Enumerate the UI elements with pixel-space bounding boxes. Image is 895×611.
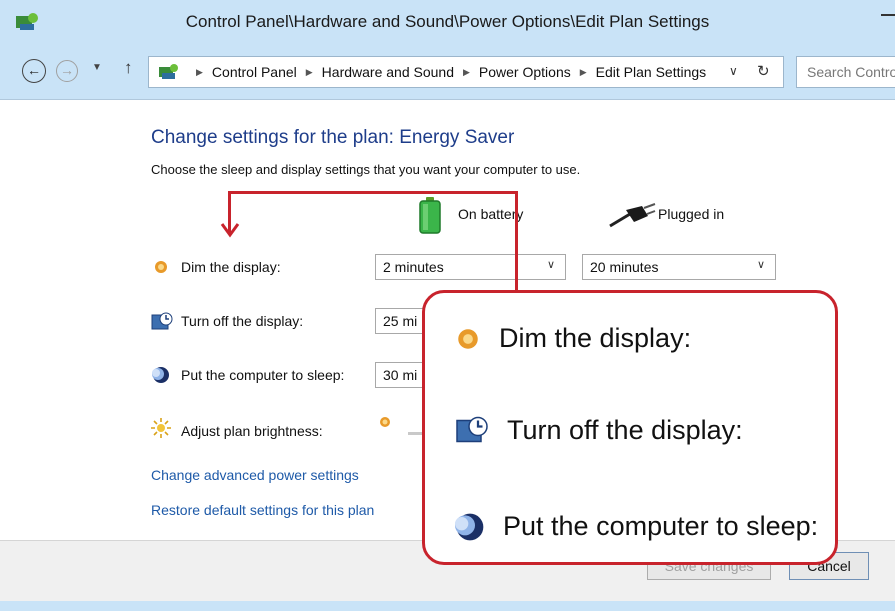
recent-locations-icon[interactable]: ▼: [92, 62, 102, 73]
restore-defaults-link[interactable]: Restore default settings for this plan: [151, 502, 374, 518]
minimize-button[interactable]: [881, 14, 895, 16]
annotation-arrow-horizontal: [228, 191, 518, 194]
page-subtitle: Choose the sleep and display settings th…: [151, 162, 581, 177]
annotation-arrowhead-icon: [220, 223, 240, 238]
forward-button[interactable]: →: [56, 60, 78, 82]
power-plug-icon: [609, 203, 656, 228]
chevron-down-icon: ∨: [756, 259, 765, 271]
dim-display-icon: [155, 261, 167, 273]
address-bar[interactable]: ▶ Control Panel ▶ Hardware and Sound ▶ P…: [148, 56, 784, 88]
chevron-down-icon: ∨: [546, 259, 555, 271]
dim-display-battery-value: 2 minutes: [383, 259, 444, 275]
zoom-turn-off-label: Turn off the display:: [507, 415, 743, 445]
back-button[interactable]: ←: [22, 59, 46, 83]
annotation-arrow-right-vertical: [515, 191, 518, 291]
search-input[interactable]: Search Control Panel: [796, 56, 895, 88]
dim-display-plugged-value: 20 minutes: [590, 259, 659, 275]
breadcrumb-edit-plan-settings[interactable]: Edit Plan Settings: [596, 64, 707, 80]
sleep-moon-icon: [152, 367, 169, 383]
brightness-low-icon: [380, 417, 390, 427]
sleep-moon-icon: [455, 513, 484, 540]
page-title: Change settings for the plan: Energy Sav…: [151, 127, 515, 148]
breadcrumb-chevron-icon: ▶: [462, 67, 470, 77]
refresh-icon[interactable]: ↻: [757, 62, 770, 80]
title-bar: Control Panel\Hardware and Sound\Power O…: [0, 0, 895, 44]
dim-display-label: Dim the display:: [181, 259, 281, 275]
breadcrumb: ▶ Control Panel ▶ Hardware and Sound ▶ P…: [187, 64, 706, 80]
zoom-row-turn-off: Turn off the display:: [455, 415, 743, 446]
battery-icon: [419, 197, 441, 234]
breadcrumb-control-panel[interactable]: Control Panel: [212, 64, 297, 80]
up-arrow-icon[interactable]: ↑: [124, 58, 133, 78]
address-dropdown-icon[interactable]: ∨: [729, 64, 738, 78]
brightness-sun-icon: [151, 418, 171, 438]
dim-display-icon: [458, 328, 478, 349]
zoom-dim-label: Dim the display:: [499, 323, 692, 353]
turn-off-display-battery-value: 25 mi: [383, 313, 418, 329]
turn-off-display-icon: [456, 416, 488, 442]
sleep-battery-value: 30 mi: [383, 367, 418, 383]
window-bottom-border: [0, 601, 895, 611]
dim-display-plugged-select[interactable]: 20 minutes ∨: [582, 254, 776, 280]
zoom-sleep-label: Put the computer to sleep:: [503, 511, 819, 541]
breadcrumb-chevron-icon: ▶: [196, 67, 203, 77]
turn-off-display-label: Turn off the display:: [181, 313, 304, 329]
breadcrumb-chevron-icon: ▶: [305, 67, 313, 77]
window-title: Control Panel\Hardware and Sound\Power O…: [185, 12, 710, 31]
zoom-row-dim: Dim the display:: [455, 323, 691, 354]
change-advanced-settings-link[interactable]: Change advanced power settings: [151, 467, 359, 483]
brightness-slider-track[interactable]: [408, 432, 422, 435]
breadcrumb-power-options[interactable]: Power Options: [479, 64, 571, 80]
navigation-bar: ← → ▼ ↑ ▶ Control Panel ▶ Hardware and S…: [0, 44, 895, 100]
dim-display-battery-select[interactable]: 2 minutes ∨: [375, 254, 566, 280]
zoom-callout: Dim the display: Turn off the display: P…: [422, 290, 838, 565]
breadcrumb-chevron-icon: ▶: [579, 67, 587, 77]
turn-off-display-icon: [151, 312, 173, 330]
column-on-battery: On battery: [458, 206, 524, 222]
control-panel-icon: [159, 64, 178, 79]
zoom-row-sleep: Put the computer to sleep:: [455, 511, 818, 542]
brightness-label: Adjust plan brightness:: [181, 423, 323, 439]
column-plugged-in: Plugged in: [658, 206, 725, 222]
breadcrumb-hardware-and-sound[interactable]: Hardware and Sound: [322, 64, 454, 80]
sleep-label: Put the computer to sleep:: [181, 367, 345, 383]
